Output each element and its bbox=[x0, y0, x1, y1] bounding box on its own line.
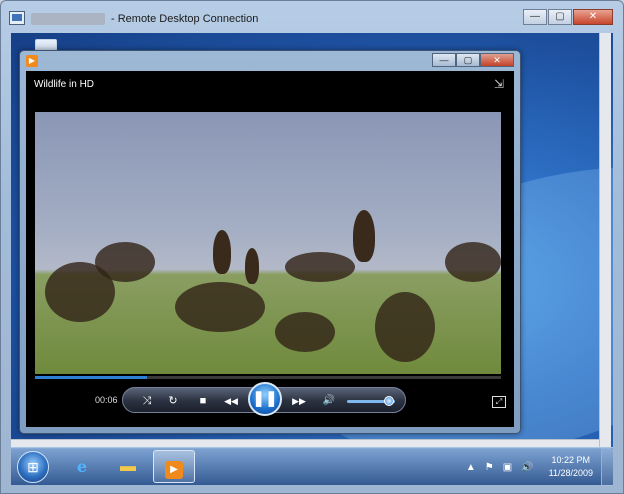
media-player-window: ▶ — ▢ ✕ Wildlife in HD ⇲ 00:06 ⤨ ↻ ■ ◀◀ … bbox=[19, 50, 521, 434]
rdp-minimize-button[interactable]: — bbox=[523, 9, 547, 25]
video-bird-blur bbox=[375, 292, 435, 362]
now-playing-area: Wildlife in HD ⇲ 00:06 ⤨ ↻ ■ ◀◀ ❚❚ ▶▶ 🔊 … bbox=[26, 71, 514, 427]
stop-icon[interactable]: ■ bbox=[195, 393, 211, 409]
shuffle-icon[interactable]: ⤨ bbox=[139, 393, 155, 409]
video-bird-blur bbox=[95, 242, 155, 282]
action-center-flag-icon[interactable]: ⚑ bbox=[485, 462, 494, 473]
video-bird bbox=[213, 230, 231, 274]
wmp-maximize-button[interactable]: ▢ bbox=[456, 53, 480, 67]
media-player-icon: ▶ bbox=[165, 461, 183, 479]
show-hidden-icons-icon[interactable]: ▲ bbox=[466, 462, 476, 473]
remote-desktop: ▶ — ▢ ✕ Wildlife in HD ⇲ 00:06 ⤨ ↻ ■ ◀◀ … bbox=[11, 33, 613, 449]
mute-icon[interactable]: 🔊 bbox=[321, 393, 337, 409]
rdp-maximize-button[interactable]: ▢ bbox=[548, 9, 572, 25]
seek-bar[interactable] bbox=[35, 376, 501, 379]
video-bird-blur bbox=[275, 312, 335, 352]
taskbar-media-player-button[interactable]: ▶ bbox=[153, 450, 195, 483]
pause-icon[interactable]: ❚❚ bbox=[248, 382, 282, 416]
remote-desktop-window: - Remote Desktop Connection — ▢ ✕ ▶ — ▢ … bbox=[0, 0, 624, 494]
taskbar: ⊞ e ▬ ▶ ▲ ⚑ ▣ 🔊 10:22 PM 11/28/2009 bbox=[11, 447, 613, 486]
rdp-close-button[interactable]: ✕ bbox=[573, 9, 613, 25]
clock[interactable]: 10:22 PM 11/28/2009 bbox=[549, 454, 593, 480]
next-icon[interactable]: ▶▶ bbox=[287, 393, 311, 409]
start-button[interactable]: ⊞ bbox=[17, 451, 49, 483]
elapsed-time: 00:06 bbox=[95, 395, 118, 405]
vertical-scrollbar[interactable] bbox=[599, 33, 611, 449]
volume-slider-thumb[interactable] bbox=[384, 396, 395, 406]
video-frame[interactable] bbox=[35, 112, 501, 374]
switch-to-library-icon[interactable]: ⇲ bbox=[492, 77, 506, 91]
previous-icon[interactable]: ◀◀ bbox=[219, 393, 243, 409]
fullscreen-icon[interactable]: ⤢ bbox=[492, 396, 506, 408]
show-desktop-button[interactable] bbox=[601, 448, 613, 486]
rdp-titlebar[interactable]: - Remote Desktop Connection — ▢ ✕ bbox=[1, 1, 623, 33]
windows-explorer-icon[interactable]: ▬ bbox=[107, 450, 149, 483]
video-bird bbox=[353, 210, 375, 262]
repeat-icon[interactable]: ↻ bbox=[165, 393, 181, 409]
rdp-app-icon bbox=[9, 11, 25, 25]
rdp-window-title: - Remote Desktop Connection bbox=[111, 13, 259, 25]
video-bird-blur bbox=[285, 252, 355, 282]
video-bird-blur bbox=[175, 282, 265, 332]
notification-area: ▲ ⚑ ▣ 🔊 10:22 PM 11/28/2009 bbox=[466, 448, 593, 486]
wmp-close-button[interactable]: ✕ bbox=[480, 53, 514, 67]
now-playing-title: Wildlife in HD bbox=[34, 79, 95, 90]
volume-icon[interactable]: 🔊 bbox=[521, 462, 533, 473]
network-icon[interactable]: ▣ bbox=[503, 462, 512, 473]
media-player-titlebar[interactable]: ▶ — ▢ ✕ bbox=[20, 51, 520, 71]
seek-bar-progress bbox=[35, 376, 147, 379]
media-player-app-icon: ▶ bbox=[26, 55, 38, 67]
internet-explorer-icon[interactable]: e bbox=[61, 450, 103, 483]
playback-controls: ⤨ ↻ ■ ◀◀ ❚❚ ▶▶ 🔊 bbox=[122, 382, 406, 416]
video-bird-blur bbox=[445, 242, 501, 282]
video-bird bbox=[245, 248, 259, 284]
clock-time: 10:22 PM bbox=[551, 455, 591, 465]
rdp-host-name-redacted bbox=[31, 13, 105, 25]
clock-date: 11/28/2009 bbox=[548, 468, 593, 478]
wmp-minimize-button[interactable]: — bbox=[432, 53, 456, 67]
